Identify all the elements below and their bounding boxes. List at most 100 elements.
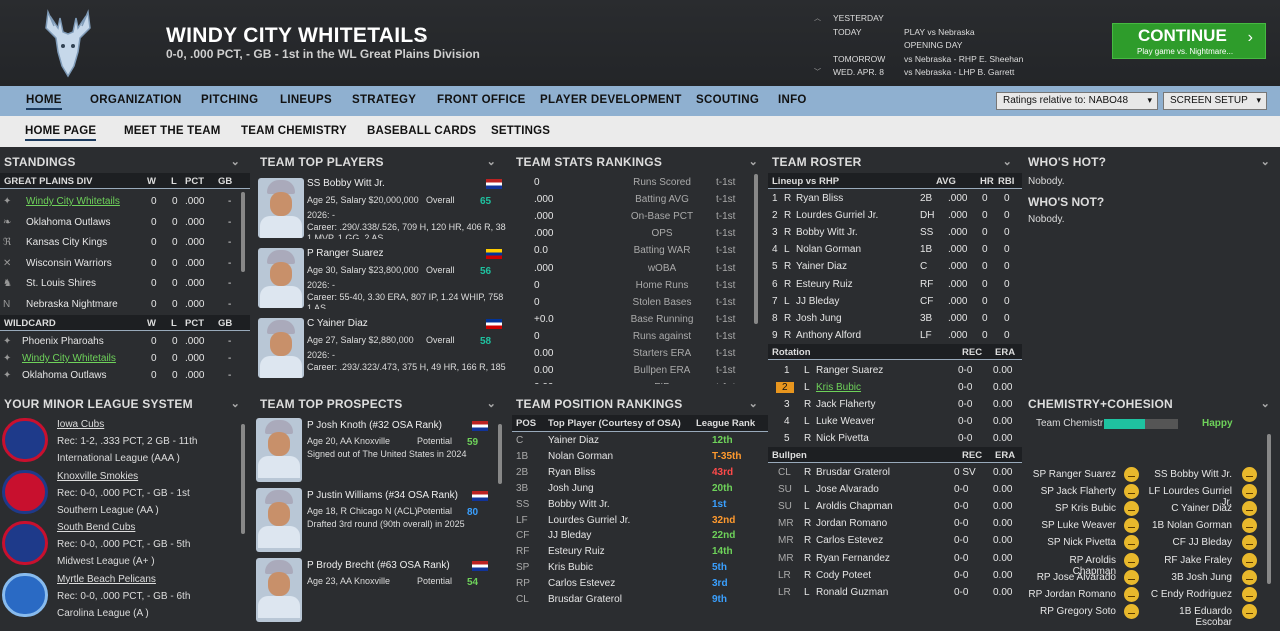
lineup-row[interactable]: 7 L JJ Bleday CF .000 0 0 bbox=[768, 293, 1022, 310]
team-name[interactable]: Wisconsin Warriors bbox=[26, 258, 112, 269]
bullpen-row[interactable]: SU L Jose Alvarado 0-0 0.00 bbox=[768, 481, 1022, 498]
team-name[interactable]: Nebraska Nightmare bbox=[26, 299, 118, 310]
lineup-row[interactable]: 4 L Nolan Gorman 1B .000 0 0 bbox=[768, 241, 1022, 258]
tab-pitching[interactable]: PITCHING bbox=[201, 94, 258, 106]
pitcher-name[interactable]: SP Nick Pivetta bbox=[1024, 537, 1116, 548]
minor-team-name[interactable]: South Bend Cubs bbox=[57, 522, 135, 533]
top-player[interactable]: Bobby Witt Jr. bbox=[548, 499, 610, 510]
lineup-row[interactable]: 8 R Josh Jung 3B .000 0 0 bbox=[768, 310, 1022, 327]
scrollbar[interactable] bbox=[241, 192, 245, 272]
hitter-name[interactable]: C Endy Rodriguez bbox=[1142, 589, 1232, 600]
chevron-down-icon[interactable]: ⌄ bbox=[749, 155, 758, 168]
player-name[interactable]: Aroldis Chapman bbox=[816, 501, 893, 512]
top-player[interactable]: Josh Jung bbox=[548, 483, 594, 494]
lineup-row[interactable]: 9 R Anthony Alford LF .000 0 0 bbox=[768, 327, 1022, 344]
player-name[interactable]: Esteury Ruiz bbox=[796, 279, 853, 290]
player-name[interactable]: Luke Weaver bbox=[816, 416, 875, 427]
standings-row[interactable]: ℜ Kansas City Kings 0 0 .000 - bbox=[0, 234, 250, 251]
team-name[interactable]: St. Louis Shires bbox=[26, 278, 96, 289]
hitter-name[interactable]: C Yainer Diaz bbox=[1142, 503, 1232, 514]
bullpen-row[interactable]: MR R Jordan Romano 0-0 0.00 bbox=[768, 515, 1022, 532]
bullpen-row[interactable]: LR R Cody Poteet 0-0 0.00 bbox=[768, 567, 1022, 584]
chevron-down-icon[interactable]: ⌄ bbox=[231, 155, 240, 168]
top-player[interactable]: Yainer Diaz bbox=[548, 435, 599, 446]
prospect-name[interactable]: P Josh Knoth (#32 OSA Rank) bbox=[307, 420, 442, 431]
standings-row[interactable]: ✦ Windy City Whitetails 0 0 .000 - bbox=[0, 193, 250, 210]
minor-team-name[interactable]: Knoxville Smokies bbox=[57, 471, 138, 482]
player-name[interactable]: Yainer Diaz bbox=[796, 261, 847, 272]
tab-team-chemistry[interactable]: TEAM CHEMISTRY bbox=[241, 125, 347, 137]
player-name[interactable]: P Ranger Suarez bbox=[307, 248, 384, 259]
chevron-down-icon[interactable]: ⌄ bbox=[487, 397, 496, 410]
tab-lineups[interactable]: LINEUPS bbox=[280, 94, 332, 106]
tab-strategy[interactable]: STRATEGY bbox=[352, 94, 416, 106]
rotation-row[interactable]: 2 L Kris Bubic 0-0 0.00 bbox=[768, 379, 1022, 396]
rotation-row[interactable]: 5 R Nick Pivetta 0-0 0.00 bbox=[768, 430, 1022, 447]
scrollbar[interactable] bbox=[498, 424, 502, 484]
prospect-name[interactable]: P Justin Williams (#34 OSA Rank) bbox=[307, 490, 458, 501]
team-name[interactable]: Windy City Whitetails bbox=[22, 353, 116, 364]
scrollbar[interactable] bbox=[241, 424, 245, 534]
player-name[interactable]: Brusdar Graterol bbox=[816, 467, 890, 478]
bullpen-row[interactable]: MR R Ryan Fernandez 0-0 0.00 bbox=[768, 550, 1022, 567]
standings-row[interactable]: N Nebraska Nightmare 0 0 .000 - bbox=[0, 296, 250, 313]
player-name[interactable]: JJ Bleday bbox=[796, 296, 839, 307]
standings-row[interactable]: ♞ St. Louis Shires 0 0 .000 - bbox=[0, 275, 250, 292]
tab-settings[interactable]: SETTINGS bbox=[491, 125, 550, 137]
lineup-row[interactable]: 1 R Ryan Bliss 2B .000 0 0 bbox=[768, 190, 1022, 207]
bullpen-row[interactable]: MR R Carlos Estevez 0-0 0.00 bbox=[768, 532, 1022, 549]
continue-button[interactable]: CONTINUE Play game vs. Nightmare... › bbox=[1112, 23, 1266, 59]
hitter-name[interactable]: CF JJ Bleday bbox=[1142, 537, 1232, 548]
chevron-down-icon[interactable]: ⌄ bbox=[487, 155, 496, 168]
team-name[interactable]: Kansas City Kings bbox=[26, 237, 107, 248]
today-game-link[interactable]: PLAY vs Nebraska bbox=[904, 26, 975, 40]
player-name[interactable]: Ronald Guzman bbox=[816, 587, 888, 598]
player-name[interactable]: SS Bobby Witt Jr. bbox=[307, 178, 385, 189]
chevron-down-icon[interactable]: ⌄ bbox=[1003, 155, 1012, 168]
pitcher-name[interactable]: RP Jordan Romano bbox=[1024, 589, 1116, 600]
top-player[interactable]: Carlos Estevez bbox=[548, 578, 615, 589]
tab-home-page[interactable]: HOME PAGE bbox=[25, 125, 97, 141]
standings-row[interactable]: ✕ Wisconsin Warriors 0 0 .000 - bbox=[0, 255, 250, 272]
pitcher-name[interactable]: SP Ranger Suarez bbox=[1024, 469, 1116, 480]
hitter-name[interactable]: 1B Nolan Gorman bbox=[1142, 520, 1232, 531]
player-name[interactable]: Anthony Alford bbox=[796, 330, 861, 341]
tab-info[interactable]: INFO bbox=[778, 94, 807, 106]
bullpen-row[interactable]: CL R Brusdar Graterol 0 SV 0.00 bbox=[768, 464, 1022, 481]
wildcard-row[interactable]: ✦ Windy City Whitetails 0 0 .000 - bbox=[0, 350, 250, 367]
player-name[interactable]: Kris Bubic bbox=[816, 382, 861, 393]
hitter-name[interactable]: 3B Josh Jung bbox=[1142, 572, 1232, 583]
team-name[interactable]: Oklahoma Outlaws bbox=[22, 370, 106, 381]
lineup-row[interactable]: 3 R Bobby Witt Jr. SS .000 0 0 bbox=[768, 224, 1022, 241]
pitcher-name[interactable]: RP Gregory Soto bbox=[1024, 606, 1116, 617]
ratings-relative-dropdown[interactable]: Ratings relative to: NABO48 ▾ bbox=[996, 92, 1158, 110]
player-name[interactable]: Carlos Estevez bbox=[816, 535, 883, 546]
team-name[interactable]: Phoenix Pharoahs bbox=[22, 336, 104, 347]
tab-player-development[interactable]: PLAYER DEVELOPMENT bbox=[540, 94, 682, 106]
pitcher-name[interactable]: SP Luke Weaver bbox=[1024, 520, 1116, 531]
minor-team-name[interactable]: Iowa Cubs bbox=[57, 419, 104, 430]
player-name[interactable]: Ryan Bliss bbox=[796, 193, 843, 204]
wildcard-row[interactable]: ✦ Phoenix Pharoahs 0 0 .000 - bbox=[0, 333, 250, 350]
player-name[interactable]: Ranger Suarez bbox=[816, 365, 883, 376]
player-name[interactable]: Josh Jung bbox=[796, 313, 842, 324]
top-player[interactable]: Ryan Bliss bbox=[548, 467, 595, 478]
pitcher-name[interactable]: SP Jack Flaherty bbox=[1024, 486, 1116, 497]
pitcher-name[interactable]: RP Jose Alvarado bbox=[1024, 572, 1116, 583]
player-name[interactable]: Cody Poteet bbox=[816, 570, 871, 581]
bullpen-row[interactable]: SU L Aroldis Chapman 0-0 0.00 bbox=[768, 498, 1022, 515]
top-player[interactable]: Esteury Ruiz bbox=[548, 546, 605, 557]
team-name[interactable]: Windy City Whitetails bbox=[26, 196, 120, 207]
team-name[interactable]: Oklahoma Outlaws bbox=[26, 217, 110, 228]
chevron-down-icon[interactable]: ⌄ bbox=[418, 28, 430, 45]
team-name-title[interactable]: WINDY CITY WHITETAILS bbox=[166, 24, 428, 48]
rotation-row[interactable]: 3 R Jack Flaherty 0-0 0.00 bbox=[768, 396, 1022, 413]
hitter-name[interactable]: RF Jake Fraley bbox=[1142, 555, 1232, 566]
hitter-name[interactable]: 1B Eduardo Escobar bbox=[1142, 606, 1232, 628]
top-player[interactable]: Lourdes Gurriel Jr. bbox=[548, 515, 630, 526]
chevron-up-icon[interactable]: ︿ bbox=[814, 12, 821, 26]
scrollbar[interactable] bbox=[754, 174, 758, 324]
chevron-down-icon[interactable]: ⌄ bbox=[1261, 155, 1270, 168]
rotation-row[interactable]: 1 L Ranger Suarez 0-0 0.00 bbox=[768, 362, 1022, 379]
prospect-name[interactable]: P Brody Brecht (#63 OSA Rank) bbox=[307, 560, 450, 571]
